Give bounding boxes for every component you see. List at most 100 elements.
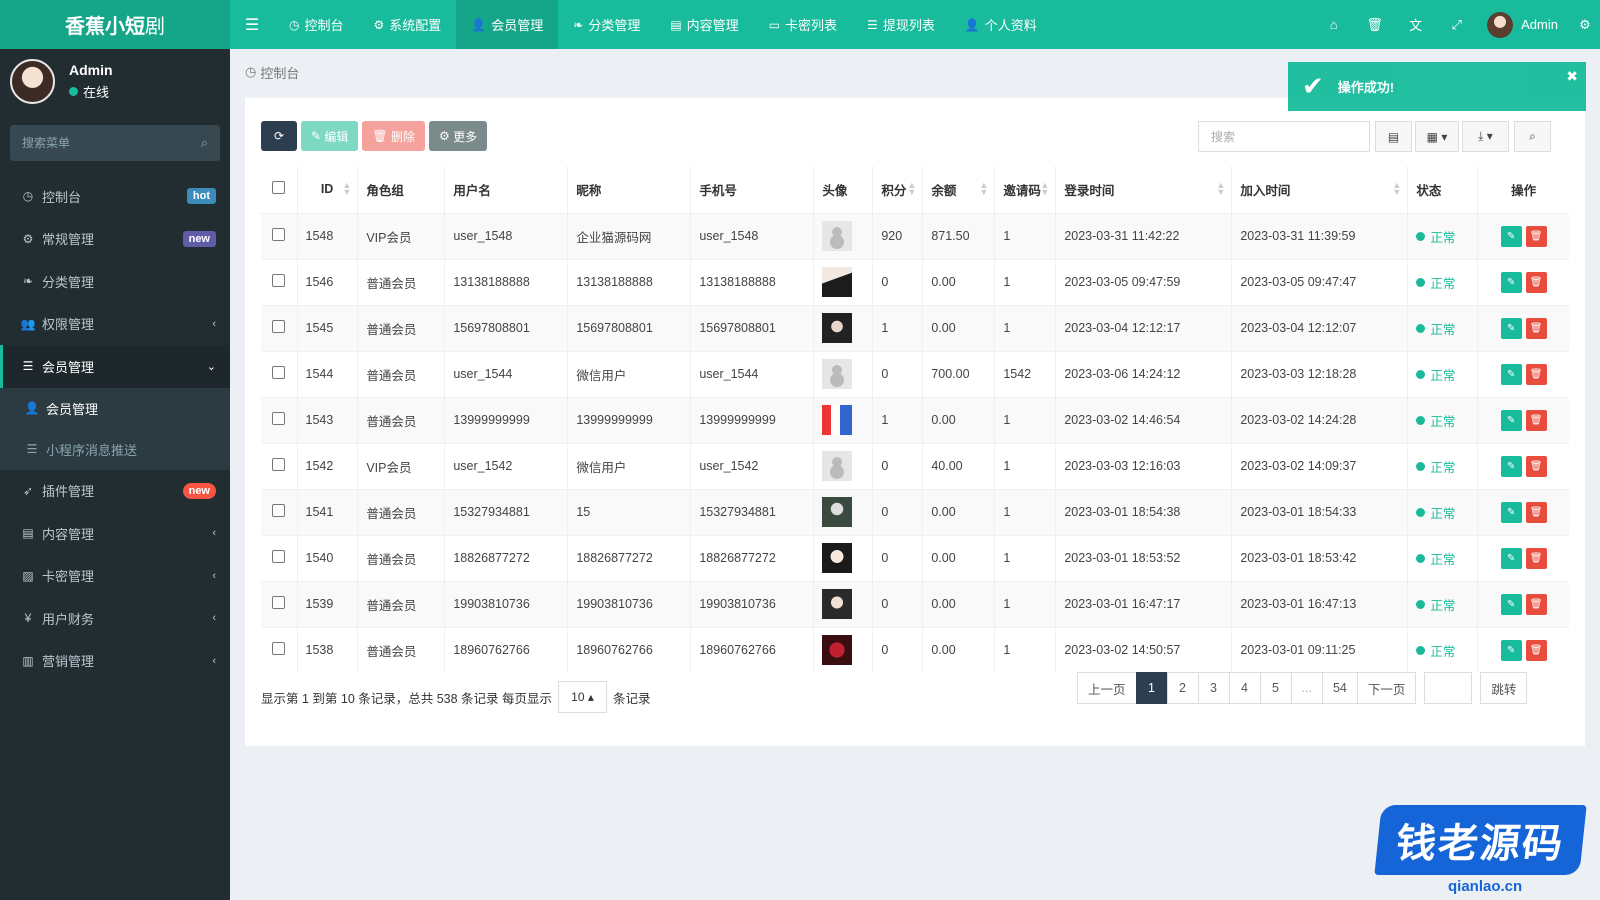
row-checkbox[interactable] [272, 228, 286, 241]
more-button[interactable]: ⚙ 更多 [429, 121, 488, 151]
breadcrumb-item[interactable]: 控制台 [260, 63, 299, 82]
table-row[interactable]: 1544 普通会员 user_1544 微信用户 user_1544 0 700.00 154… [261, 350, 1569, 397]
sidebar-item-menu-1[interactable]: ⚙ 常规管理 new [0, 218, 230, 261]
avatar-thumbnail[interactable] [822, 313, 853, 343]
avatar-thumbnail[interactable] [822, 221, 853, 251]
submenu-item-0[interactable]: 👤 会员管理 [0, 388, 230, 429]
sidebar-item-menu2-3[interactable]: ¥ 用户财务 ‹ [0, 597, 230, 640]
row-delete-button[interactable]: 🗑 [1525, 225, 1547, 247]
refresh-button[interactable]: ⟳ [261, 121, 297, 151]
next-page-button[interactable]: 下一页 [1356, 672, 1417, 704]
row-delete-button[interactable]: 🗑 [1525, 363, 1547, 385]
export-button[interactable]: ⤓ ▾ [1462, 121, 1509, 152]
row-delete-button[interactable]: 🗑 [1525, 547, 1547, 569]
sidebar-item-menu-0[interactable]: ◷ 控制台 hot [0, 175, 230, 218]
row-checkbox[interactable] [272, 366, 286, 379]
menu-search-input[interactable] [22, 136, 172, 150]
prev-page-button[interactable]: 上一页 [1077, 672, 1137, 704]
tab-2[interactable]: 👤 会员管理 [456, 0, 559, 49]
row-delete-button[interactable]: 🗑 [1525, 409, 1547, 431]
table-row[interactable]: 1538 普通会员 18960762766 18960762766 1896076276… [261, 626, 1569, 673]
page-button[interactable]: 1 [1135, 672, 1168, 704]
row-checkbox[interactable] [272, 550, 286, 563]
sidebar-item-menu2-0[interactable]: ➶ 插件管理 new [0, 470, 230, 513]
col-id[interactable]: ID ▲ ▼ [297, 166, 359, 214]
tab-7[interactable]: 👤 个人资料 [950, 0, 1052, 49]
row-checkbox[interactable] [272, 412, 286, 425]
table-row[interactable]: 1540 普通会员 18826877272 18826877272 1882687727… [261, 534, 1569, 581]
avatar-thumbnail[interactable] [822, 405, 853, 435]
col-logintime[interactable]: 登录时间 ▲ ▼ [1055, 166, 1233, 214]
row-checkbox[interactable] [272, 642, 286, 656]
select-all-checkbox[interactable] [272, 181, 286, 195]
page-button[interactable]: 54 [1321, 672, 1358, 704]
table-row[interactable]: 1543 普通会员 13999999999 13999999999 1399999999… [261, 396, 1569, 443]
delete-button[interactable]: 🗑 删除 [362, 121, 425, 151]
row-edit-button[interactable]: ✎ [1500, 271, 1522, 293]
page-button[interactable]: 3 [1197, 672, 1230, 704]
submenu-item-1[interactable]: ☰ 小程序消息推送 [0, 429, 230, 470]
trash-icon[interactable]: 🗑 [1354, 17, 1395, 33]
avatar-thumbnail[interactable] [822, 543, 853, 573]
row-edit-button[interactable]: ✎ [1500, 501, 1522, 523]
row-delete-button[interactable]: 🗑 [1525, 593, 1547, 615]
edit-button[interactable]: ✎ 编辑 [301, 121, 359, 151]
row-delete-button[interactable]: 🗑 [1525, 455, 1547, 477]
settings-gear-icon[interactable]: ⚙ [1570, 17, 1600, 33]
sidebar-item-menu-2[interactable]: ❧ 分类管理 [0, 260, 230, 303]
table-row[interactable]: 1541 普通会员 15327934881 15 15327934881 0 0.00 1 20… [261, 488, 1569, 535]
row-edit-button[interactable]: ✎ [1500, 225, 1522, 247]
col-money[interactable]: 余额 ▲ ▼ [922, 166, 996, 214]
home-icon[interactable]: ⌂ [1313, 17, 1354, 32]
sidebar-item-menu2-2[interactable]: ▨ 卡密管理 ‹ [0, 555, 230, 598]
page-size-select[interactable]: 10 ▴ [558, 681, 608, 713]
row-edit-button[interactable]: ✎ [1500, 317, 1522, 339]
row-delete-button[interactable]: 🗑 [1525, 639, 1547, 661]
row-edit-button[interactable]: ✎ [1500, 547, 1522, 569]
page-button[interactable]: 4 [1228, 672, 1261, 704]
row-checkbox[interactable] [272, 320, 286, 333]
tab-3[interactable]: ❧ 分类管理 [558, 0, 655, 49]
sidebar-item-member-management[interactable]: ☰ 会员管理 ⌄ [0, 345, 230, 388]
row-delete-button[interactable]: 🗑 [1525, 271, 1547, 293]
row-edit-button[interactable]: ✎ [1500, 455, 1522, 477]
tab-4[interactable]: ▤ 内容管理 [655, 0, 753, 49]
col-invite[interactable]: 邀请码 ▲ ▼ [994, 166, 1057, 214]
search-icon[interactable]: ⌕ [201, 135, 208, 151]
row-edit-button[interactable]: ✎ [1500, 409, 1522, 431]
row-checkbox[interactable] [272, 596, 286, 609]
row-checkbox[interactable] [272, 458, 286, 471]
language-icon[interactable]: 文 [1395, 15, 1436, 34]
user-menu[interactable]: Admin [1477, 11, 1570, 38]
row-checkbox[interactable] [272, 504, 286, 517]
table-row[interactable]: 1542 VIP会员 user_1542 微信用户 user_1542 0 40.00 1 20… [261, 442, 1569, 489]
row-checkbox[interactable] [272, 274, 286, 287]
page-button[interactable]: 2 [1166, 672, 1199, 704]
row-edit-button[interactable]: ✎ [1500, 639, 1522, 661]
table-row[interactable]: 1546 普通会员 13138188888 13138188888 1313818888… [261, 258, 1569, 305]
jump-page-input[interactable] [1424, 672, 1473, 704]
jump-button[interactable]: 跳转 [1480, 672, 1528, 704]
avatar-thumbnail[interactable] [822, 635, 853, 666]
sidebar-item-menu2-1[interactable]: ▤ 内容管理 ‹ [0, 512, 230, 555]
sidebar-toggle-button[interactable]: ☰ [230, 0, 274, 49]
avatar-thumbnail[interactable] [822, 359, 853, 389]
row-delete-button[interactable]: 🗑 [1525, 317, 1547, 339]
tab-6[interactable]: ☰ 提现列表 [852, 0, 950, 49]
tab-1[interactable]: ⚙ 系统配置 [359, 0, 457, 49]
tab-5[interactable]: ▭ 卡密列表 [754, 0, 852, 49]
avatar-thumbnail[interactable] [822, 267, 853, 297]
page-button[interactable]: 5 [1259, 672, 1292, 704]
avatar-thumbnail[interactable] [822, 497, 853, 527]
col-score[interactable]: 积分 ▲ ▼ [872, 166, 924, 214]
columns-button[interactable]: ▦ ▾ [1415, 121, 1459, 152]
toggle-view-button[interactable]: ▤ [1375, 121, 1412, 152]
row-delete-button[interactable]: 🗑 [1525, 501, 1547, 523]
table-row[interactable]: 1548 VIP会员 user_1548 企业猫源码网 user_1548 920 871.… [261, 212, 1569, 259]
avatar-thumbnail[interactable] [822, 589, 853, 619]
table-row[interactable]: 1545 普通会员 15697808801 15697808801 1569780880… [261, 304, 1569, 351]
app-logo[interactable]: 香蕉小短剧 [0, 0, 230, 49]
col-jointime[interactable]: 加入时间 ▲ ▼ [1231, 166, 1409, 214]
sidebar-item-menu2-4[interactable]: ▥ 营销管理 ‹ [0, 640, 230, 683]
avatar-thumbnail[interactable] [822, 451, 853, 481]
